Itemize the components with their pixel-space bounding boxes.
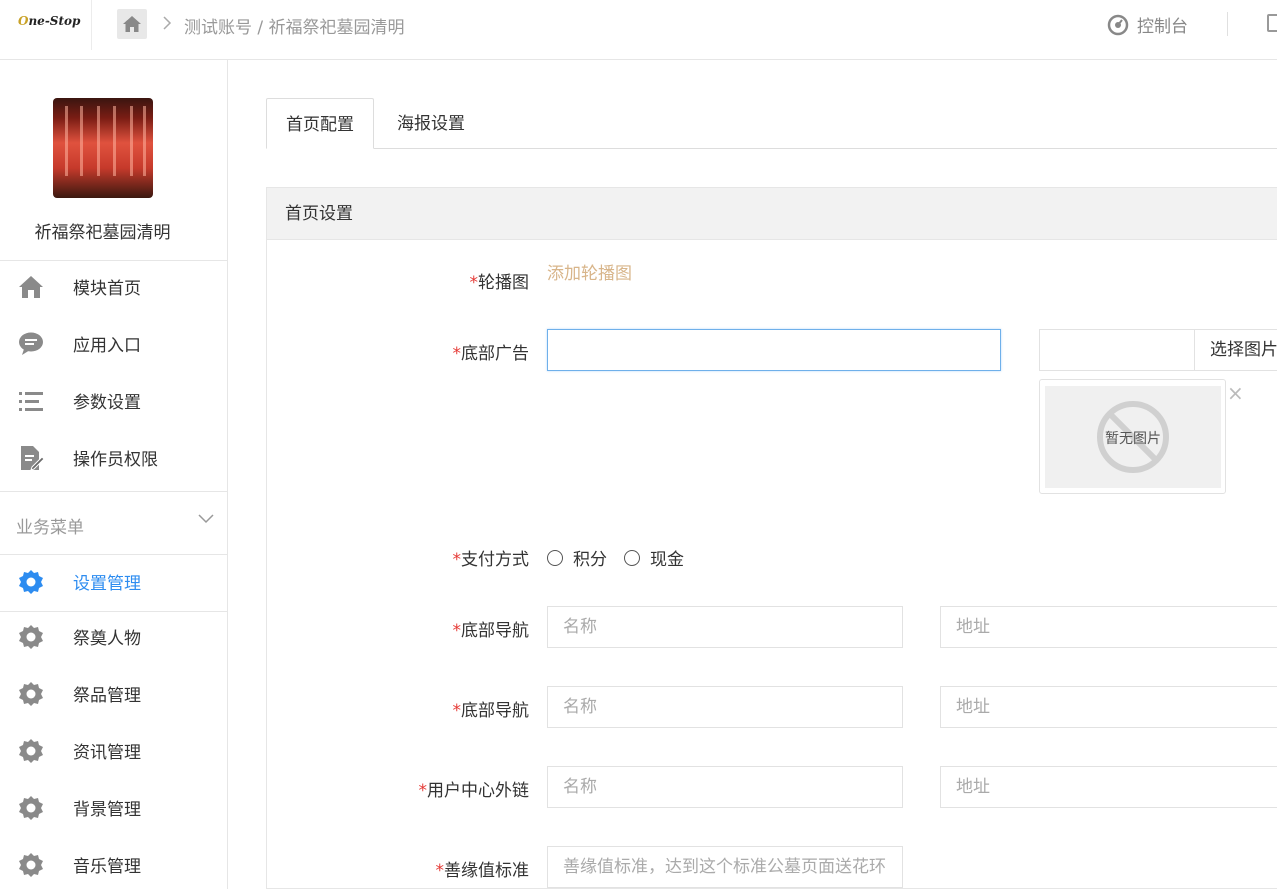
site-name: 祈福祭祀墓园清明 xyxy=(34,223,171,243)
bottom-nav-label: *底部导航 xyxy=(452,701,530,721)
logo-text: ne-Stop xyxy=(28,14,81,28)
chevron-down-icon[interactable] xyxy=(197,509,215,527)
home-icon xyxy=(17,273,45,301)
sidebar-item-news[interactable]: 资讯管理 xyxy=(0,722,228,779)
sidebar-item-music[interactable]: 音乐管理 xyxy=(0,836,228,893)
bottom-ad-input[interactable] xyxy=(547,329,1001,371)
payment-option-points-label[interactable]: 积分 xyxy=(573,545,607,570)
sidebar-item-label: 模块首页 xyxy=(73,279,141,299)
payment-radio-cash[interactable] xyxy=(624,549,640,566)
carousel-label: *轮播图 xyxy=(469,273,530,293)
gear-icon xyxy=(17,568,45,596)
exit-icon[interactable] xyxy=(1267,14,1277,32)
gear-icon xyxy=(17,680,45,708)
sidebar-item-label: 祭奠人物 xyxy=(73,629,141,649)
gear-icon xyxy=(17,737,45,765)
home-icon xyxy=(123,16,141,32)
gear-icon xyxy=(17,794,45,822)
chevron-right-icon xyxy=(163,16,172,30)
sidebar-item-background[interactable]: 背景管理 xyxy=(0,779,228,836)
add-carousel-link[interactable]: 添加轮播图 xyxy=(547,259,632,284)
panel-title: 首页设置 xyxy=(267,188,1277,240)
sidebar-item-label: 音乐管理 xyxy=(73,857,141,877)
image-path-input[interactable] xyxy=(1039,329,1195,371)
nav1-address-input[interactable] xyxy=(940,606,1277,648)
sidebar-item-label: 应用入口 xyxy=(73,336,141,356)
tab-poster-settings[interactable]: 海报设置 xyxy=(378,98,484,149)
no-image-text: 暂无图片 xyxy=(1105,431,1161,447)
sidebar-item-app-entry[interactable]: 应用入口 xyxy=(0,315,228,372)
top-bar: One-Stop 测试账号 / 祈福祭祀墓园清明 控制台 xyxy=(0,0,1277,60)
sidebar-item-module-home[interactable]: 模块首页 xyxy=(0,258,228,315)
sidebar-item-label: 资讯管理 xyxy=(73,743,141,763)
bottom-ad-label: *底部广告 xyxy=(452,344,530,364)
payment-radio-points[interactable] xyxy=(547,549,563,566)
sidebar-item-label: 操作员权限 xyxy=(73,450,158,470)
divider xyxy=(1227,12,1228,36)
user-center-link-label: *用户中心外链 xyxy=(418,781,530,801)
gear-icon xyxy=(17,851,45,879)
sidebar: 祈福祭祀墓园清明 模块首页 应用入口 参数设置 操作员权限 业务菜单 设置管理 xyxy=(0,60,228,889)
sidebar-item-label: 祭品管理 xyxy=(73,686,141,706)
merit-standard-label: *善缘值标准 xyxy=(435,861,530,881)
user-link-name-input[interactable] xyxy=(547,766,903,808)
divider xyxy=(0,491,228,492)
sidebar-item-settings-management[interactable]: 设置管理 xyxy=(0,553,228,610)
gear-icon xyxy=(17,623,45,651)
home-button[interactable] xyxy=(117,9,147,39)
breadcrumb[interactable]: 测试账号 / 祈福祭祀墓园清明 xyxy=(184,13,405,38)
bottom-nav-label: *底部导航 xyxy=(452,621,530,641)
payment-label: *支付方式 xyxy=(452,550,530,570)
sidebar-item-operator-permissions[interactable]: 操作员权限 xyxy=(0,429,228,486)
sidebar-item-label: 参数设置 xyxy=(73,393,141,413)
dashboard-icon xyxy=(1107,14,1129,35)
console-label: 控制台 xyxy=(1137,17,1188,37)
console-link[interactable]: 控制台 xyxy=(1107,12,1188,37)
payment-options: 积分 现金 xyxy=(547,545,684,570)
merit-standard-input[interactable] xyxy=(547,846,903,888)
sidebar-item-memorial-people[interactable]: 祭奠人物 xyxy=(0,608,228,665)
user-link-address-input[interactable] xyxy=(940,766,1277,808)
chat-icon xyxy=(17,330,45,358)
nav2-name-input[interactable] xyxy=(547,686,903,728)
remove-image-button[interactable]: × xyxy=(1227,383,1244,403)
logo[interactable]: One-Stop xyxy=(18,14,80,28)
image-preview: 暂无图片 xyxy=(1039,379,1226,494)
avatar xyxy=(53,98,153,198)
payment-option-cash-label[interactable]: 现金 xyxy=(650,545,684,570)
section-title[interactable]: 业务菜单 xyxy=(16,513,84,538)
divider xyxy=(91,0,92,50)
select-image-button[interactable]: 选择图片 xyxy=(1194,329,1277,371)
list-icon xyxy=(17,387,45,415)
sidebar-item-label: 设置管理 xyxy=(73,574,141,594)
nav1-name-input[interactable] xyxy=(547,606,903,648)
sidebar-item-params[interactable]: 参数设置 xyxy=(0,372,228,429)
document-edit-icon xyxy=(17,444,45,472)
sidebar-item-label: 背景管理 xyxy=(73,800,141,820)
nav2-address-input[interactable] xyxy=(940,686,1277,728)
sidebar-item-offerings[interactable]: 祭品管理 xyxy=(0,665,228,722)
tab-bar: 首页配置 海报设置 xyxy=(266,98,1277,149)
tab-homepage-config[interactable]: 首页配置 xyxy=(266,98,374,149)
